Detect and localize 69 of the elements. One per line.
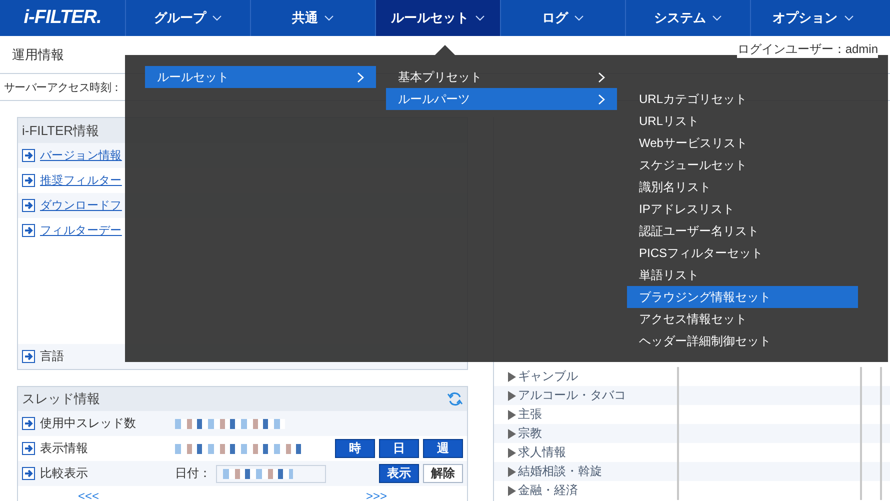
category-label[interactable]: 結婚相談・斡旋 [518, 463, 602, 480]
period-button[interactable]: 週 [423, 439, 463, 458]
nav-tab[interactable]: システム [625, 0, 750, 36]
logo[interactable]: i-FILTER. [0, 0, 125, 36]
link[interactable]: ダウンロードフ [40, 198, 122, 213]
category-label[interactable]: アルコール・タバコ [518, 387, 626, 404]
menu-item[interactable]: 認証ユーザー名リスト [627, 220, 858, 242]
nav-tab[interactable]: ルールセット [375, 0, 500, 36]
arrow-box-icon [22, 467, 35, 480]
link[interactable]: バージョン情報 [40, 148, 122, 163]
menu-item[interactable]: ルールセット [145, 66, 376, 88]
refresh-icon[interactable] [447, 391, 463, 407]
panel-title: スレッド情報 [22, 390, 100, 408]
chevron-down-icon [475, 15, 485, 21]
menu-item[interactable]: IPアドレスリスト [627, 198, 858, 220]
arrow-box-icon [22, 224, 35, 237]
date-label: 日付： [175, 465, 211, 482]
prev-link[interactable]: <<< [78, 488, 100, 501]
chevron-down-icon [712, 15, 722, 21]
panel-title: i-FILTER情報 [22, 122, 100, 140]
language-label: 言語 [40, 348, 64, 365]
category-label[interactable]: 主張 [518, 406, 542, 423]
menu-item[interactable]: 単語リスト [627, 264, 858, 286]
category-label[interactable]: 宗教 [518, 425, 542, 442]
compare-button[interactable]: 表示 [379, 464, 419, 483]
server-time-label: サーバーアクセス時刻： [4, 80, 122, 94]
nav-tab[interactable]: グループ [125, 0, 250, 36]
arrow-box-icon [22, 199, 35, 212]
category-label[interactable]: 金融・経済 [518, 482, 578, 499]
menu-item[interactable]: ブラウジング情報セット [627, 286, 858, 308]
chevron-right-icon [357, 72, 364, 82]
login-user: ログインユーザー：admin [737, 41, 878, 58]
compare-button[interactable]: 解除 [423, 464, 463, 483]
menu-item[interactable]: スケジュールセット [627, 154, 858, 176]
chevron-right-icon [598, 72, 605, 82]
menu-item[interactable]: ヘッダー詳細制御セット [627, 330, 858, 352]
menu-item[interactable]: URLカテゴリセット [627, 88, 858, 110]
row-label: 表示情報 [40, 440, 88, 457]
date-field[interactable] [216, 464, 326, 482]
menu-item[interactable]: URLリスト [627, 110, 858, 132]
chevron-down-icon [574, 15, 584, 21]
arrow-box-icon [22, 417, 35, 430]
menu-item[interactable]: 基本プリセット [386, 66, 617, 88]
page-title: 運用情報 [12, 46, 64, 64]
chevron-down-icon [212, 15, 222, 21]
arrow-box-icon [22, 174, 35, 187]
menu-item[interactable]: ルールパーツ [386, 88, 617, 110]
link[interactable]: フィルターデー [40, 223, 122, 238]
category-label[interactable]: 求人情報 [518, 444, 566, 461]
redacted-block [223, 468, 293, 478]
period-button[interactable]: 日 [379, 439, 419, 458]
chevron-down-icon [324, 15, 334, 21]
menu-item[interactable]: アクセス情報セット [627, 308, 858, 330]
row-label: 使用中スレッド数 [40, 415, 136, 432]
link[interactable]: 推奨フィルター [40, 173, 122, 188]
nav-tab[interactable]: オプション [750, 0, 875, 36]
arrow-box-icon [22, 442, 35, 455]
row-label: 比較表示 [40, 465, 88, 482]
nav-tab[interactable]: ログ [500, 0, 625, 36]
category-label[interactable]: ギャンブル [518, 368, 578, 385]
next-link[interactable]: >>> [366, 488, 387, 501]
menu-item[interactable]: Webサービスリスト [627, 132, 858, 154]
period-button[interactable]: 時 [335, 439, 375, 458]
menu-item[interactable]: PICSフィルターセット [627, 242, 858, 264]
arrow-box-icon [22, 149, 35, 162]
arrow-box-icon [22, 350, 35, 363]
chevron-down-icon [844, 15, 854, 21]
menu-item[interactable]: 識別名リスト [627, 176, 858, 198]
chevron-right-icon [598, 94, 605, 104]
